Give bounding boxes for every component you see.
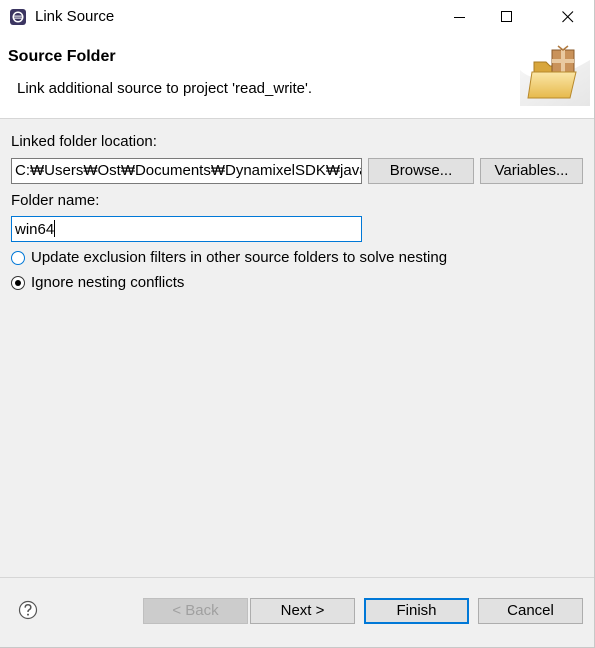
close-icon	[562, 11, 574, 23]
variables-button[interactable]: Variables...	[480, 158, 583, 184]
linked-location-field[interactable]: C:₩Users₩Ost₩Documents₩DynamixelSDK₩java…	[11, 158, 362, 184]
browse-button[interactable]: Browse...	[368, 158, 474, 184]
cancel-button[interactable]: Cancel	[478, 598, 583, 624]
finish-button[interactable]: Finish	[364, 598, 469, 624]
folder-name-field[interactable]: win64	[11, 216, 362, 242]
window-title: Link Source	[35, 8, 115, 25]
folder-name-label: Folder name:	[11, 192, 100, 209]
footer-divider	[0, 577, 594, 578]
option-update-exclusion[interactable]: Update exclusion filters in other source…	[11, 249, 447, 266]
linked-location-label: Linked folder location:	[11, 133, 157, 150]
wizard-banner: Source Folder Link additional source to …	[0, 34, 594, 119]
option-update-exclusion-label: Update exclusion filters in other source…	[31, 249, 448, 266]
next-button[interactable]: Next >	[250, 598, 355, 624]
radio-update-exclusion[interactable]	[11, 250, 25, 265]
page-description: Link additional source to project 'read_…	[17, 80, 313, 97]
page-title: Source Folder	[8, 48, 116, 65]
help-icon[interactable]	[18, 600, 38, 620]
back-button: < Back	[143, 598, 248, 624]
folder-name-value: win64	[15, 221, 55, 238]
option-ignore-nesting-label: Ignore nesting conflicts	[31, 274, 185, 291]
maximize-icon	[501, 11, 512, 22]
maximize-button[interactable]	[484, 0, 530, 34]
minimize-button[interactable]	[437, 0, 483, 34]
folder-with-package-icon	[520, 45, 590, 106]
title-bar[interactable]: Link Source	[0, 0, 594, 34]
text-caret	[54, 220, 56, 237]
eclipse-app-icon	[10, 9, 26, 25]
minimize-icon	[454, 17, 465, 18]
link-source-dialog: Link Source Source Folder Link additiona…	[0, 0, 595, 648]
option-ignore-nesting[interactable]: Ignore nesting conflicts	[11, 274, 184, 291]
close-button[interactable]	[545, 0, 591, 34]
radio-ignore-nesting[interactable]	[11, 275, 25, 290]
